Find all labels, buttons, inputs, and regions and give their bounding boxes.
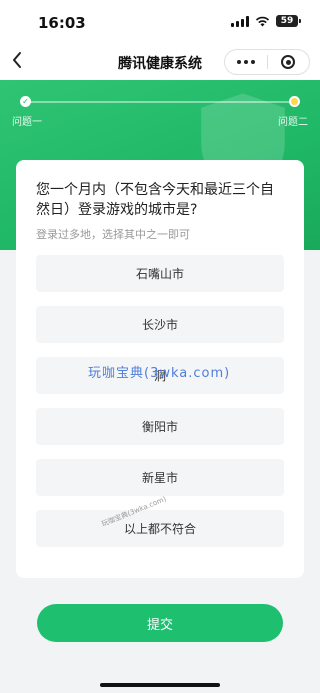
close-miniprogram-icon[interactable] [268, 55, 310, 69]
question-text: 您一个月内（不包含今天和最近三个自然日）登录游戏的城市是? [36, 182, 274, 218]
watermark: 玩咖宝典(3wka.com) [88, 366, 231, 381]
option-1[interactable]: 石嘴山市 [36, 255, 284, 292]
question-hint: 登录过多地，选择其中之一即可 [36, 228, 190, 241]
battery-icon: 59 [276, 15, 301, 27]
option-5[interactable]: 新星市 [36, 459, 284, 496]
step1-done-icon: ✓ [20, 96, 31, 107]
status-icons: 59 [231, 15, 301, 27]
step2-active-dot [289, 96, 300, 107]
status-bar: 16:03 59 [0, 0, 320, 44]
option-4[interactable]: 衡阳市 [36, 408, 284, 445]
miniprogram-capsule [224, 49, 310, 75]
step1-label: 问题一 [12, 117, 42, 128]
options-list: 石嘴山市 长沙市 洞 衡阳市 新星市 以上都不符合 [36, 255, 284, 561]
option-2[interactable]: 长沙市 [36, 306, 284, 343]
wifi-icon [255, 16, 270, 26]
home-indicator [100, 683, 220, 687]
submit-button[interactable]: 提交 [37, 604, 283, 642]
progress-track [26, 101, 294, 103]
status-time: 16:03 [38, 14, 86, 32]
nav-bar: 腾讯健康系统 [0, 44, 320, 80]
step2-label: 问题二 [278, 117, 308, 128]
signal-icon [231, 15, 249, 27]
more-icon[interactable] [225, 60, 267, 64]
option-6[interactable]: 以上都不符合 [36, 510, 284, 547]
